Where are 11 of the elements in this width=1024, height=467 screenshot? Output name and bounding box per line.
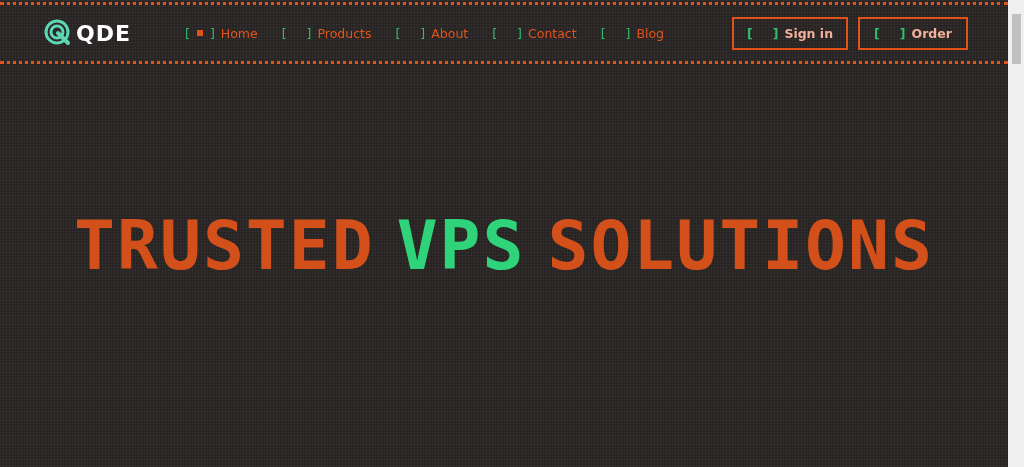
hero-headline: TRUSTED VPS SOLUTIONS <box>74 206 934 285</box>
logo-icon <box>44 19 72 47</box>
order-button[interactable]: [ ] Order <box>858 16 968 50</box>
sign-in-button[interactable]: [ ] Sign in <box>732 16 848 50</box>
logo-text: QDE <box>76 20 131 46</box>
nav-link[interactable]: [ ] Blog <box>600 25 665 41</box>
nav-link[interactable]: [ ] Products <box>281 25 372 41</box>
nav-link[interactable]: [ ] Home <box>185 25 258 41</box>
nav-link[interactable]: [ ] About <box>395 25 469 41</box>
scrollbar[interactable] <box>1008 0 1024 467</box>
nav-link[interactable]: [ ] Contact <box>492 25 577 41</box>
